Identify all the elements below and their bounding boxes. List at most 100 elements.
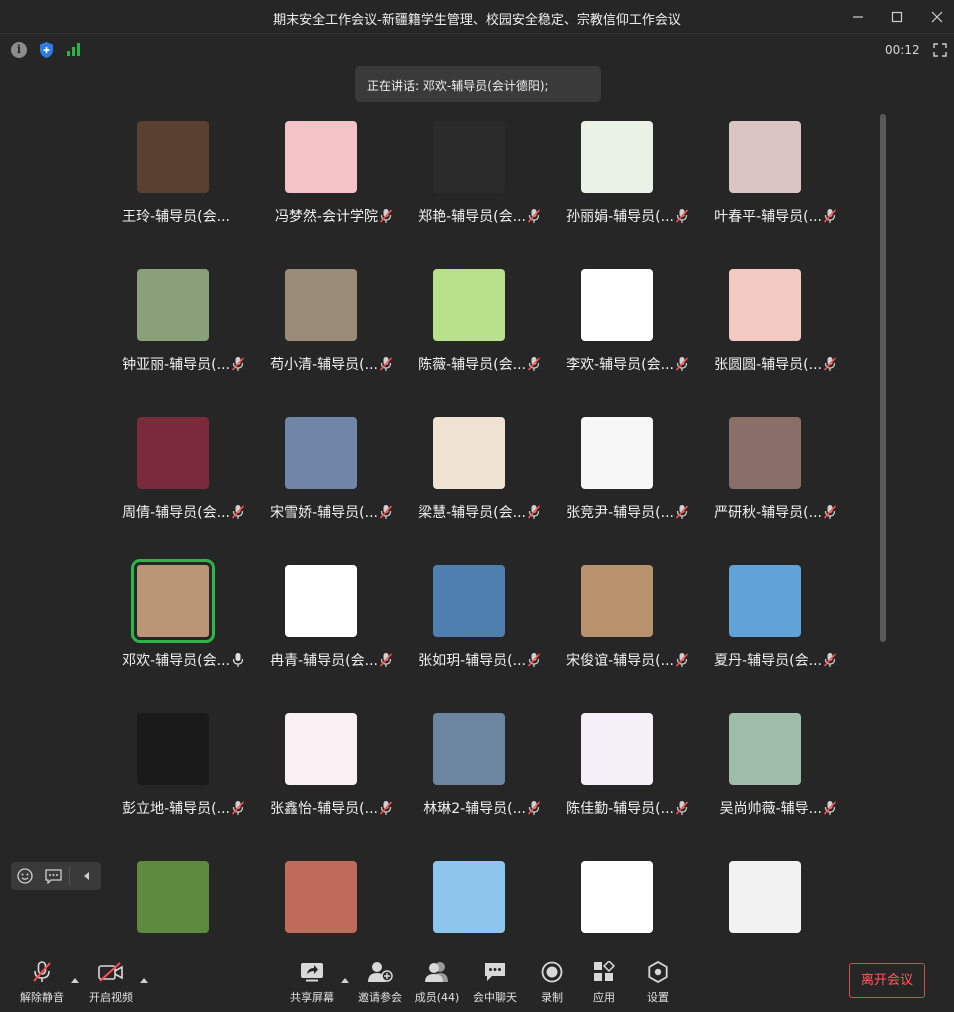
- participant-avatar: [581, 417, 653, 489]
- participant-tile[interactable]: [544, 854, 692, 940]
- participant-tile[interactable]: 梁慧-辅导员(会...: [396, 410, 544, 558]
- participant-name: 邓欢-辅导员(会...: [122, 653, 230, 669]
- settings-button[interactable]: 设置: [638, 960, 678, 1006]
- participant-tile[interactable]: 陈薇-辅导员(会...: [396, 262, 544, 410]
- participant-avatar: [729, 713, 801, 785]
- apps-label: 应用: [593, 991, 615, 1004]
- video-options-caret[interactable]: [140, 978, 148, 983]
- share-options-caret[interactable]: [341, 978, 349, 983]
- participant-tile[interactable]: 张鑫怡-辅导员(...: [248, 706, 396, 854]
- participant-tile[interactable]: 孙丽娟-辅导员(...: [544, 114, 692, 262]
- participant-name: 冯梦然-会计学院: [274, 209, 378, 225]
- unmute-button[interactable]: 解除静音: [18, 960, 66, 1006]
- unmute-label: 解除静音: [20, 991, 64, 1004]
- participant-tile[interactable]: [692, 854, 840, 940]
- participant-avatar: [285, 565, 357, 637]
- participant-tile[interactable]: 郑艳-辅导员(会...: [396, 114, 544, 262]
- participant-tile[interactable]: 钟亚丽-辅导员(...: [100, 262, 248, 410]
- participant-tile[interactable]: 张如玥-辅导员(...: [396, 558, 544, 706]
- mic-muted-icon: [823, 653, 837, 667]
- members-button[interactable]: 成员(44): [414, 960, 460, 1006]
- mic-muted-icon: [823, 505, 837, 519]
- participant-avatar: [729, 861, 801, 933]
- participant-tile[interactable]: 张竞尹-辅导员(...: [544, 410, 692, 558]
- share-screen-label: 共享屏幕: [290, 991, 334, 1004]
- info-icon[interactable]: i: [11, 42, 27, 58]
- participant-tile[interactable]: 彭立地-辅导员(...: [100, 706, 248, 854]
- close-button[interactable]: [925, 6, 949, 28]
- participant-name: 钟亚丽-辅导员(...: [122, 357, 230, 373]
- mic-muted-icon: [231, 801, 245, 815]
- participant-name: 张竞尹-辅导员(...: [566, 505, 674, 521]
- participant-tile[interactable]: 王玲-辅导员(会...: [100, 114, 248, 262]
- participant-name: 严研秋-辅导员(...: [714, 505, 822, 521]
- maximize-button[interactable]: [885, 6, 909, 28]
- participant-tile[interactable]: 李欢-辅导员(会...: [544, 262, 692, 410]
- minimize-button[interactable]: [846, 6, 870, 28]
- participant-avatar: [433, 565, 505, 637]
- participant-tile[interactable]: [396, 854, 544, 940]
- mic-muted-icon: [527, 209, 541, 223]
- collapse-panel-button[interactable]: [72, 862, 100, 890]
- participant-tile[interactable]: 冯梦然-会计学院: [248, 114, 396, 262]
- participant-name: 孙丽娟-辅导员(...: [566, 209, 674, 225]
- participant-tile[interactable]: 宋俊谊-辅导员(...: [544, 558, 692, 706]
- participant-tile[interactable]: 林琳2-辅导员(...: [396, 706, 544, 854]
- emoji-button[interactable]: [11, 862, 39, 890]
- record-label: 录制: [541, 991, 563, 1004]
- participant-avatar: [581, 861, 653, 933]
- signal-icon[interactable]: [67, 42, 81, 56]
- maximize-icon: [891, 11, 903, 23]
- participant-tile[interactable]: 严研秋-辅导员(...: [692, 410, 840, 558]
- participant-avatar: [137, 417, 209, 489]
- mic-muted-icon: [675, 505, 689, 519]
- grid-scrollbar[interactable]: [880, 114, 886, 642]
- mic-muted-icon: [527, 505, 541, 519]
- participant-tile[interactable]: [248, 854, 396, 940]
- reaction-panel: [11, 862, 101, 890]
- participant-tile[interactable]: 叶春平-辅导员(...: [692, 114, 840, 262]
- mic-muted-icon: [823, 801, 837, 815]
- participant-avatar: [137, 713, 209, 785]
- invite-button[interactable]: 邀请参会: [356, 960, 404, 1006]
- meeting-timer: 00:12: [885, 43, 920, 57]
- speaking-indicator: 正在讲话: 邓欢-辅导员(会计德阳);: [355, 66, 601, 102]
- gear-icon: [648, 961, 668, 983]
- mic-muted-icon: [527, 653, 541, 667]
- participant-avatar: [137, 269, 209, 341]
- leave-meeting-button[interactable]: 离开会议: [849, 963, 925, 998]
- participant-name: 郑艳-辅导员(会...: [418, 209, 526, 225]
- participant-name: 张如玥-辅导员(...: [418, 653, 526, 669]
- fullscreen-icon[interactable]: [933, 43, 947, 57]
- participant-tile[interactable]: 冉青-辅导员(会...: [248, 558, 396, 706]
- chat-button[interactable]: 会中聊天: [471, 960, 519, 1006]
- members-icon: [425, 962, 448, 982]
- mic-muted-icon: [379, 653, 393, 667]
- participant-tile[interactable]: 张圆圆-辅导员(...: [692, 262, 840, 410]
- participant-avatar: [729, 417, 801, 489]
- participant-tile[interactable]: [100, 854, 248, 940]
- audio-options-caret[interactable]: [71, 978, 79, 983]
- mic-muted-icon: [823, 209, 837, 223]
- participant-tile[interactable]: 陈佳勤-辅导员(...: [544, 706, 692, 854]
- share-screen-button[interactable]: 共享屏幕: [288, 960, 336, 1006]
- mic-muted-icon: [675, 357, 689, 371]
- mic-muted-icon: [33, 961, 51, 982]
- mic-muted-icon: [379, 357, 393, 371]
- start-video-button[interactable]: 开启视频: [87, 960, 135, 1006]
- participant-tile[interactable]: 苟小清-辅导员(...: [248, 262, 396, 410]
- participant-name: 吴尚帅薇-辅导...: [719, 801, 822, 817]
- participant-tile[interactable]: 邓欢-辅导员(会...: [100, 558, 248, 706]
- participant-avatar: [433, 861, 505, 933]
- participant-avatar: [729, 565, 801, 637]
- participant-tile[interactable]: 夏丹-辅导员(会...: [692, 558, 840, 706]
- apps-button[interactable]: 应用: [584, 960, 624, 1006]
- record-button[interactable]: 录制: [532, 960, 572, 1006]
- shield-icon[interactable]: [39, 41, 54, 59]
- participant-tile[interactable]: 吴尚帅薇-辅导...: [692, 706, 840, 854]
- participant-tile[interactable]: 宋雪娇-辅导员(...: [248, 410, 396, 558]
- participant-avatar: [433, 269, 505, 341]
- record-icon: [541, 961, 563, 983]
- participant-tile[interactable]: 周倩-辅导员(会...: [100, 410, 248, 558]
- barrage-button[interactable]: [39, 862, 67, 890]
